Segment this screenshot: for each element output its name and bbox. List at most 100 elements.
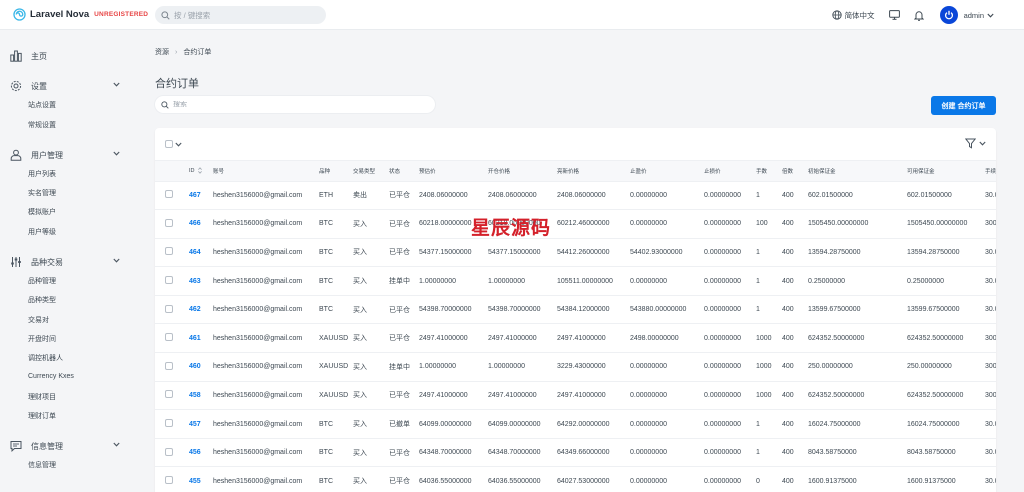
sidebar-item-user-levels[interactable]: 用户等级 — [28, 227, 56, 237]
sidebar-item-symbol-types[interactable]: 品种类型 — [28, 295, 56, 305]
row-checkbox-cell — [155, 295, 185, 324]
table-cell: 1.00000000 — [419, 363, 456, 371]
sidebar-item-info-management[interactable]: 信息管理 — [28, 460, 56, 470]
table-cell: XAUUSD — [319, 363, 349, 371]
table-row[interactable]: 461 heshen3156000@gmail.com XAUUSD 买入 已平仓 249… — [155, 323, 996, 353]
resource-search-input[interactable] — [173, 101, 413, 108]
row-checkbox[interactable] — [165, 361, 173, 370]
table-cell: 30.00000 — [985, 191, 996, 199]
row-checkbox[interactable] — [165, 276, 173, 285]
table-cell: 2497.41000000 — [488, 391, 537, 399]
sidebar-item-demo-accounts[interactable]: 模拟账户 — [28, 207, 56, 217]
select-all-checkbox[interactable] — [165, 140, 173, 148]
order-id-link[interactable]: 463 — [185, 267, 209, 296]
sidebar-item-pairs[interactable]: 交易对 — [28, 315, 49, 325]
order-id-link[interactable]: 462 — [185, 295, 209, 324]
table-row[interactable]: 467 heshen3156000@gmail.com ETH 卖出 已平仓 2408.0… — [155, 181, 996, 210]
notifications-button[interactable] — [913, 10, 924, 21]
table-row[interactable]: 458 heshen3156000@gmail.com XAUUSD 买入 已平仓 249… — [155, 381, 996, 410]
breadcrumb-root[interactable]: 资源 — [155, 47, 169, 57]
row-checkbox[interactable] — [165, 218, 173, 227]
table-cell: 624352.50000000 — [808, 391, 865, 399]
order-id-link[interactable]: 460 — [185, 353, 209, 382]
sidebar-item-wealth-products[interactable]: 理财项目 — [28, 392, 56, 402]
table-cell: 8043.58750000 — [808, 449, 857, 457]
resource-search[interactable] — [155, 96, 435, 113]
table-cell: 已平仓 — [389, 335, 410, 343]
sidebar-item-kyc[interactable]: 实名管理 — [28, 188, 56, 198]
table-row[interactable]: 466 heshen3156000@gmail.com BTC 买入 已平仓 60218.… — [155, 209, 996, 239]
sidebar-item-general-settings[interactable]: 常规设置 — [28, 120, 56, 130]
sidebar-item-currency-kxes[interactable]: Currency Kxes — [28, 373, 74, 380]
table-row[interactable]: 460 heshen3156000@gmail.com XAUUSD 买入 挂单中 1.0… — [155, 352, 996, 382]
table-cell: heshen3156000@gmail.com — [213, 248, 303, 256]
sidebar-item-wealth-orders[interactable]: 理财订单 — [28, 411, 56, 421]
sidebar-item-home[interactable]: 主页 — [10, 50, 120, 62]
table-row[interactable]: 457 heshen3156000@gmail.com BTC 买入 已撤单 64099.… — [155, 409, 996, 439]
order-id-link[interactable]: 464 — [185, 238, 209, 267]
app-logo[interactable]: Laravel Nova UNREGISTERED — [13, 8, 148, 21]
table-row[interactable]: 464 heshen3156000@gmail.com BTC 买入 已平仓 54377.… — [155, 238, 996, 267]
monitor-button[interactable] — [888, 10, 900, 20]
filter-dropdown[interactable] — [965, 138, 986, 149]
table-cell: 2408.06000000 — [488, 191, 537, 199]
row-checkbox[interactable] — [165, 476, 173, 485]
monitor-icon — [888, 10, 900, 20]
sidebar-item-robots[interactable]: 调控机器人 — [28, 353, 63, 363]
orders-table: ID 账号 品种 交易类型 状态 预估价 开仓价格 亮新价格 止盈价 止损价 手… — [155, 161, 996, 492]
row-checkbox[interactable] — [165, 447, 173, 456]
table-row[interactable]: 463 heshen3156000@gmail.com BTC 买入 挂单中 1.0000… — [155, 266, 996, 296]
order-id-link[interactable]: 455 — [185, 467, 209, 492]
table-cell: 2497.41000000 — [419, 391, 468, 399]
sidebar-item-symbols[interactable]: 品种管理 — [28, 276, 56, 286]
global-search[interactable] — [155, 6, 326, 24]
table-cell: 16024.75000000 — [907, 420, 960, 428]
row-checkbox[interactable] — [165, 190, 173, 199]
sidebar-section-trading[interactable]: 品种交易 — [10, 256, 120, 268]
table-cell: 64348.70000000 — [419, 449, 472, 457]
row-checkbox[interactable] — [165, 247, 173, 256]
order-id-link[interactable]: 457 — [185, 410, 209, 439]
table-cell: 602.01500000 — [907, 191, 952, 199]
order-id-link[interactable]: 458 — [185, 381, 209, 410]
row-checkbox[interactable] — [165, 333, 173, 342]
table-cell: 2497.41000000 — [557, 391, 606, 399]
sidebar: 主页 设置 站点设置 常规设置 用户管理 用户列表 实名管理 模拟账户 用户等级… — [0, 30, 138, 492]
table-cell: 64349.66000000 — [557, 449, 610, 457]
sliders-icon — [11, 257, 21, 267]
sidebar-item-opening-hours[interactable]: 开盘时间 — [28, 334, 56, 344]
table-row[interactable]: 462 heshen3156000@gmail.com BTC 买入 已平仓 54398.… — [155, 295, 996, 324]
order-id-link[interactable]: 456 — [185, 438, 209, 467]
sidebar-item-site-settings[interactable]: 站点设置 — [28, 100, 56, 110]
table-cell: 0.00000000 — [704, 334, 741, 342]
order-id-link[interactable]: 461 — [185, 324, 209, 353]
language-label: 简体中文 — [844, 10, 875, 20]
user-menu[interactable]: admin — [939, 6, 994, 24]
order-id-link[interactable]: 467 — [185, 181, 209, 210]
table-cell: 400 — [782, 391, 794, 399]
sidebar-section-label: 设置 — [31, 81, 47, 91]
sidebar-section-users[interactable]: 用户管理 — [10, 149, 120, 161]
column-header: 账号 — [213, 168, 225, 175]
global-search-input[interactable] — [174, 10, 314, 20]
sidebar-section-settings[interactable]: 设置 — [10, 80, 120, 92]
table-row[interactable]: 455 heshen3156000@gmail.com BTC 买入 已平仓 64036.… — [155, 466, 996, 492]
table-cell: BTC — [319, 306, 333, 314]
sidebar-item-user-list[interactable]: 用户列表 — [28, 169, 56, 179]
table-cell: 0.00000000 — [704, 449, 741, 457]
order-id-link[interactable]: 466 — [185, 210, 209, 239]
column-header-id[interactable]: ID — [185, 161, 209, 181]
row-checkbox[interactable] — [165, 419, 173, 428]
table-cell: 1600.91375000 — [808, 477, 857, 485]
table-row[interactable]: 456 heshen3156000@gmail.com BTC 买入 已平仓 64348.… — [155, 438, 996, 467]
table-cell: 买入 — [353, 421, 367, 429]
table-cell: 3000.00 — [985, 220, 996, 228]
table-cell: 400 — [782, 334, 794, 342]
create-order-button[interactable]: 创建 合约订单 — [931, 96, 996, 115]
sidebar-section-info[interactable]: 信息管理 — [10, 440, 120, 452]
row-checkbox[interactable] — [165, 390, 173, 399]
table-cell: heshen3156000@gmail.com — [213, 391, 303, 399]
select-all-dropdown[interactable] — [165, 140, 182, 148]
language-switcher[interactable]: 简体中文 — [831, 10, 875, 21]
row-checkbox[interactable] — [165, 304, 173, 313]
